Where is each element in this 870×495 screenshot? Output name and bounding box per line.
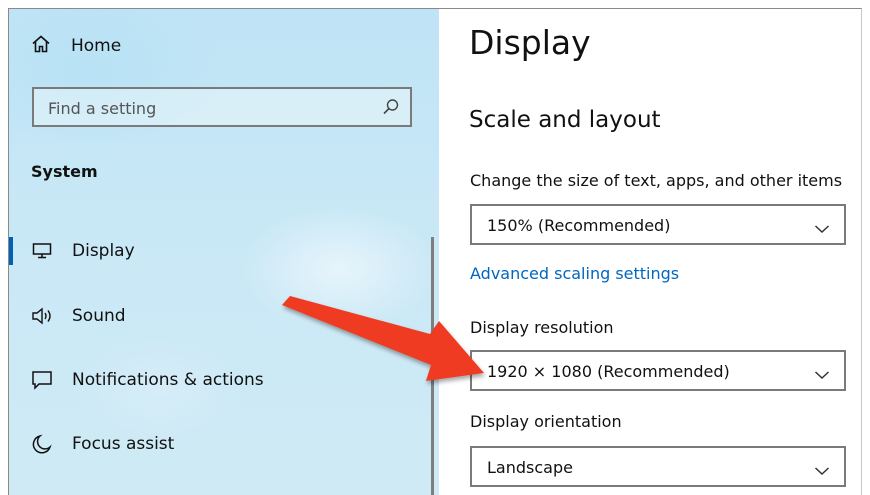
orientation-value: Landscape (487, 458, 573, 477)
orientation-label: Display orientation (470, 412, 622, 431)
home-icon (31, 34, 51, 58)
scale-label: Change the size of text, apps, and other… (470, 171, 843, 190)
chevron-down-icon (814, 461, 830, 480)
search-input[interactable] (46, 89, 380, 127)
sidebar-item-label: Display (72, 241, 135, 261)
sidebar-item-sound[interactable]: Sound (9, 294, 429, 338)
chevron-down-icon (814, 365, 830, 384)
home-nav-item[interactable]: Home (31, 31, 121, 61)
sidebar-item-label: Sound (72, 306, 126, 326)
sidebar: Home System Display (9, 9, 439, 495)
search-icon[interactable] (382, 98, 400, 120)
home-label: Home (71, 36, 122, 56)
sidebar-item-label: Notifications & actions (72, 370, 264, 390)
section-title: Scale and layout (469, 107, 661, 133)
main-content: Display Scale and layout Change the size… (439, 9, 861, 495)
sidebar-item-notifications[interactable]: Notifications & actions (9, 358, 429, 402)
moon-icon (31, 433, 53, 455)
notifications-icon (31, 369, 53, 391)
page-title: Display (469, 23, 591, 62)
settings-window: Home System Display (8, 8, 862, 495)
monitor-icon (31, 240, 53, 262)
selected-indicator (9, 237, 13, 265)
resolution-value: 1920 × 1080 (Recommended) (487, 362, 730, 381)
speaker-icon (31, 305, 53, 327)
scale-dropdown[interactable]: 150% (Recommended) (470, 204, 846, 245)
sidebar-item-focus-assist[interactable]: Focus assist (9, 422, 429, 466)
resolution-label: Display resolution (470, 318, 614, 337)
section-label-system: System (31, 162, 98, 181)
advanced-scaling-link[interactable]: Advanced scaling settings (470, 264, 679, 283)
search-box[interactable] (32, 87, 412, 127)
sidebar-item-label: Focus assist (72, 434, 175, 454)
sidebar-scrollbar[interactable] (431, 237, 434, 495)
resolution-dropdown[interactable]: 1920 × 1080 (Recommended) (470, 350, 846, 391)
sidebar-item-display[interactable]: Display (9, 229, 429, 273)
scale-value: 150% (Recommended) (487, 216, 671, 235)
chevron-down-icon (814, 219, 830, 238)
orientation-dropdown[interactable]: Landscape (470, 446, 846, 487)
